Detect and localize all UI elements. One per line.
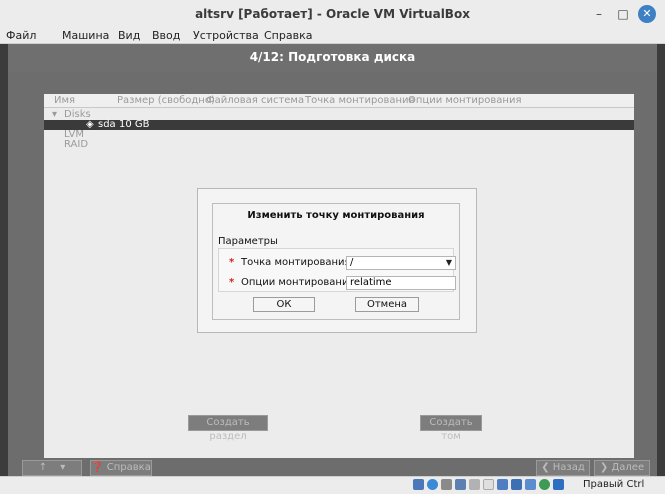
up-button[interactable]: ↑ ▾ (22, 460, 82, 476)
window-titlebar: altsrv [Работает] - Oracle VM VirtualBox… (0, 0, 665, 28)
keyboard-icon[interactable] (553, 479, 564, 490)
video-capture-icon[interactable] (511, 479, 522, 490)
column-filesystem[interactable]: Файловая система (206, 95, 304, 106)
disk-icon: ◈ (86, 119, 94, 130)
tree-row-sda[interactable]: ◈ sda 10 GB (44, 119, 634, 130)
mount-point-dialog: Изменить точку монтирования Параметры * … (212, 203, 460, 320)
column-mount-options[interactable]: Опции монтирования (408, 95, 521, 106)
column-name[interactable]: Имя (54, 95, 75, 106)
parameters-group: * Точка монтирования / ▼ * Опции монтиро… (218, 248, 456, 292)
column-mount-point[interactable]: Точка монтирования (305, 95, 415, 106)
audio-icon[interactable] (441, 479, 452, 490)
vm-statusbar: Правый Ctrl (0, 476, 665, 494)
dialog-title: Изменить точку монтирования (247, 210, 425, 221)
column-size[interactable]: Размер (свободно) (117, 95, 215, 106)
tree-row-raid[interactable]: RAID (44, 139, 634, 150)
parameters-label: Параметры (218, 236, 278, 247)
required-marker: * (229, 277, 235, 288)
menu-devices[interactable]: Устройства (193, 29, 259, 42)
maximize-button[interactable]: □ (614, 5, 632, 23)
mount-point-value: / (350, 257, 354, 268)
cancel-button[interactable]: Отмена (355, 297, 419, 312)
usb-icon[interactable] (469, 479, 480, 490)
window-title: altsrv [Работает] - Oracle VM VirtualBox (195, 7, 470, 21)
mount-options-input[interactable]: relatime (346, 276, 456, 290)
arrow-up-icon: ↑ (38, 462, 48, 473)
tree-label-sda: sda (98, 119, 116, 130)
optical-drive-icon[interactable] (427, 479, 438, 490)
next-button[interactable]: ❯ Далее (594, 460, 650, 476)
help-icon: ❓ (91, 462, 104, 473)
installer-header: 4/12: Подготовка диска (8, 44, 657, 72)
collapse-arrow-icon[interactable]: ▾ (52, 109, 57, 120)
dropdown-arrow-icon: ▾ (60, 462, 66, 473)
ok-button[interactable]: ОК (253, 297, 315, 312)
minimize-button[interactable]: – (590, 5, 608, 23)
tree-row-lvm[interactable]: LVM (44, 129, 634, 140)
chevron-right-icon: ❯ (599, 462, 609, 473)
mount-point-combobox[interactable]: / ▼ (346, 256, 456, 270)
tree-size-sda: 10 GB (119, 119, 150, 130)
display-icon[interactable] (497, 479, 508, 490)
create-partition-button[interactable]: Создать раздел (188, 415, 268, 442)
shared-folders-icon[interactable] (483, 479, 494, 490)
cpu-icon[interactable] (525, 479, 536, 490)
menu-file[interactable]: Файл (6, 29, 36, 42)
hard-disk-icon[interactable] (413, 479, 424, 490)
close-button[interactable]: ✕ (638, 5, 656, 23)
menu-bar: Файл Машина Вид Ввод Устройства Справка (0, 28, 665, 44)
mouse-integration-icon[interactable] (539, 479, 550, 490)
combobox-arrow-icon[interactable]: ▼ (444, 258, 454, 268)
menu-machine[interactable]: Машина (62, 29, 109, 42)
step-title: 4/12: Подготовка диска (249, 50, 416, 64)
menu-help[interactable]: Справка (264, 29, 312, 42)
next-button-label: Далее (611, 462, 645, 473)
required-marker: * (229, 257, 235, 268)
chevron-left-icon: ❮ (541, 462, 550, 473)
menu-input[interactable]: Ввод (152, 29, 180, 42)
back-button[interactable]: ❮ Назад (536, 460, 590, 476)
menu-view[interactable]: Вид (118, 29, 140, 42)
create-volume-button[interactable]: Создать том (420, 415, 482, 442)
mount-options-label: Опции монтирования (241, 277, 355, 288)
mount-point-label: Точка монтирования (241, 257, 351, 268)
help-button[interactable]: ❓ Справка (90, 460, 152, 476)
back-button-label: Назад (552, 462, 585, 473)
host-key-label: Правый Ctrl (583, 479, 645, 490)
partition-table-header: Имя Размер (свободно) Файловая система Т… (44, 94, 634, 108)
network-icon[interactable] (455, 479, 466, 490)
tree-label-raid: RAID (64, 139, 89, 150)
help-button-label: Справка (106, 462, 151, 473)
